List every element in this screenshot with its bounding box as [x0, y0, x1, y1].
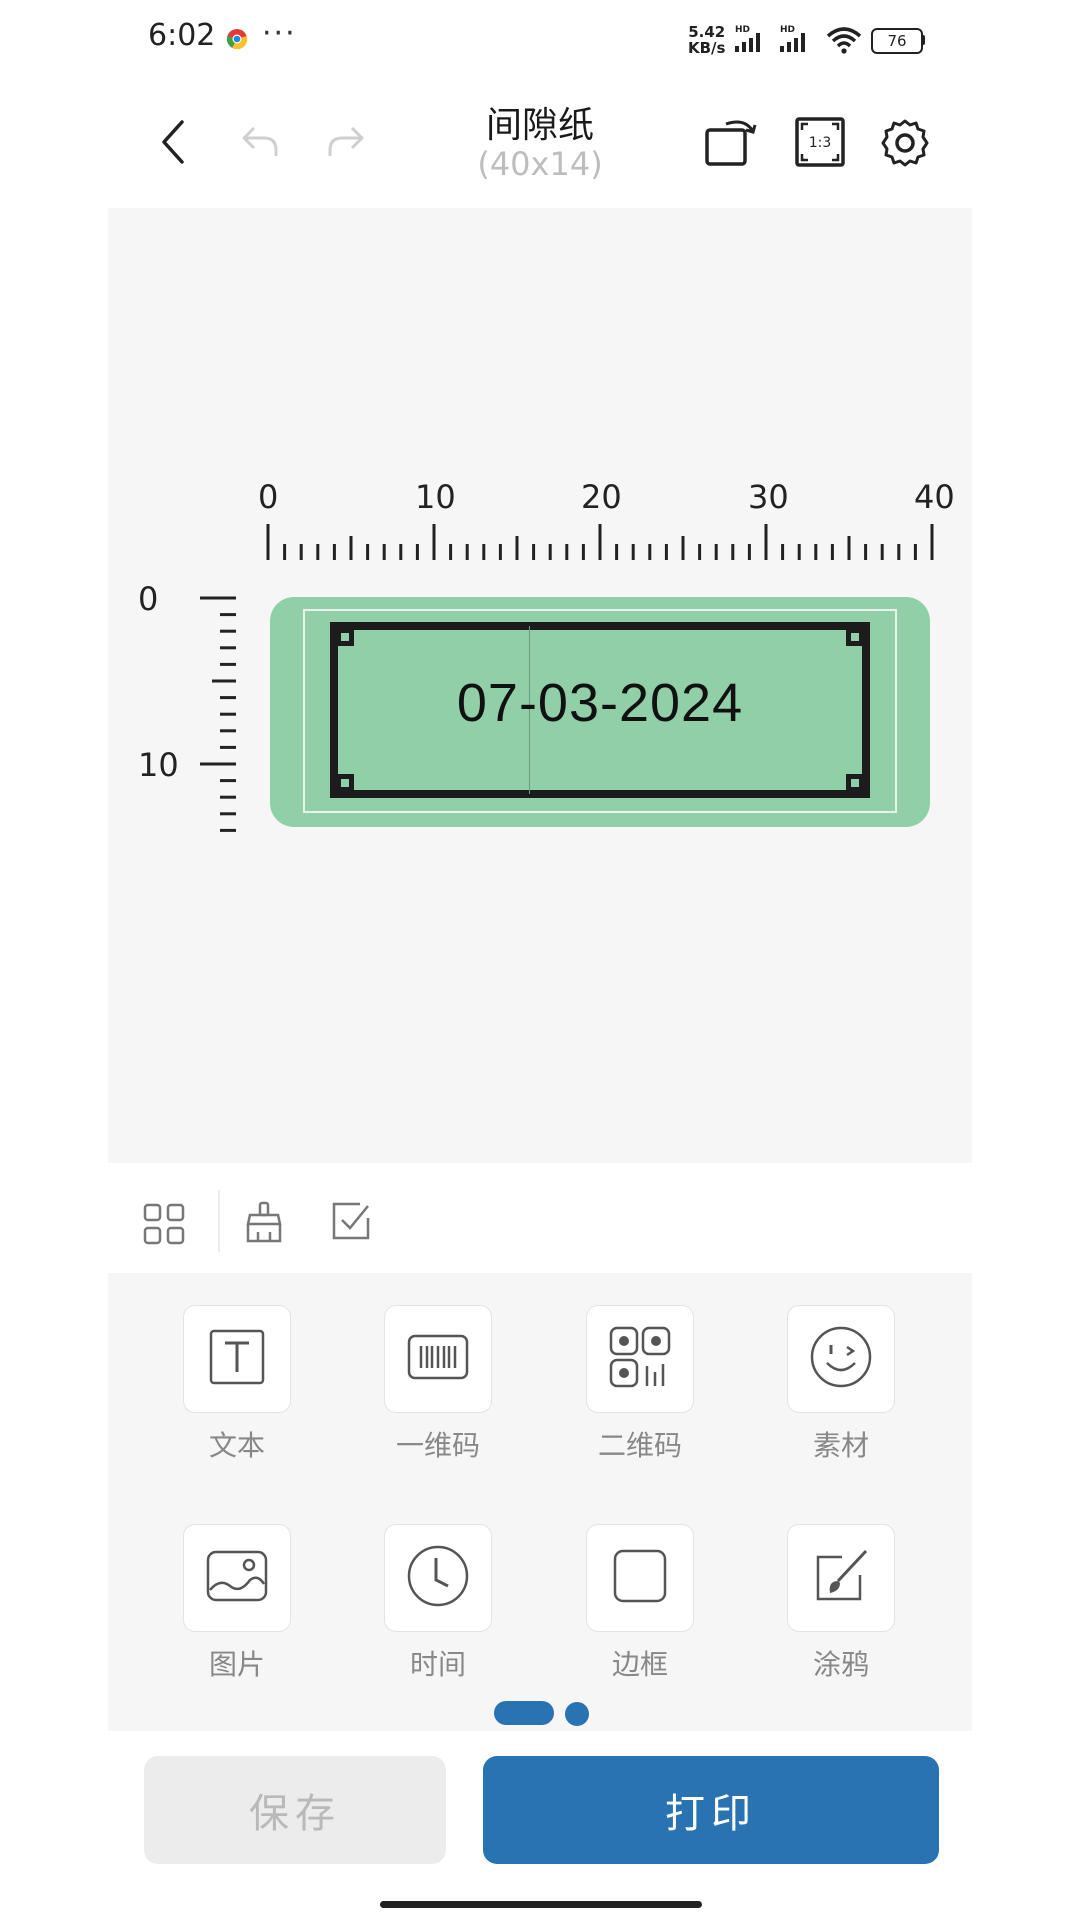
net-speed-value: 5.42	[688, 23, 726, 41]
home-indicator[interactable]	[380, 1901, 702, 1908]
image-icon	[206, 1550, 268, 1606]
tool-qrcode-button[interactable]	[586, 1305, 694, 1413]
grid-icon[interactable]	[143, 1203, 185, 1249]
tool-qrcode-label: 二维码	[597, 1429, 682, 1462]
tool-image-label: 图片	[208, 1648, 265, 1681]
tool-sticker-label: 素材	[812, 1429, 869, 1462]
tool-time-label: 时间	[409, 1648, 466, 1681]
ruler-top-label: 40	[914, 478, 955, 516]
ruler-left-label: 10	[138, 746, 179, 784]
clock-icon	[406, 1544, 470, 1612]
frame-corner	[336, 774, 354, 792]
save-button[interactable]: 保存	[144, 1756, 446, 1864]
ruler-top-label: 20	[581, 478, 622, 516]
ruler-left	[200, 596, 236, 832]
ruler-left-label: 0	[138, 580, 159, 618]
net-speed-unit: KB/s	[688, 39, 726, 57]
frame-corner	[336, 628, 354, 646]
signal-icon-2: HD	[778, 24, 822, 58]
tool-border-button[interactable]	[586, 1524, 694, 1632]
net-speed: 5.42 KB/s	[688, 24, 725, 56]
doodle-brush-icon	[812, 1547, 870, 1609]
ruler-top-label: 0	[258, 478, 279, 516]
zoom-ratio: 1:3	[809, 135, 832, 151]
sticker-face-icon	[809, 1325, 873, 1393]
tool-time-button[interactable]	[384, 1524, 492, 1632]
chrome-icon	[226, 28, 248, 54]
status-more-dots: ···	[262, 16, 297, 51]
multi-select-icon[interactable]	[330, 1200, 372, 1246]
tool-barcode-label: 一维码	[395, 1429, 480, 1462]
tool-doodle-label: 涂鸦	[812, 1648, 869, 1681]
signal-icon: HD	[733, 24, 777, 58]
ruler-top	[266, 524, 934, 560]
wifi-icon	[826, 26, 862, 58]
frame-corner	[846, 774, 864, 792]
svg-text:HD: HD	[735, 25, 750, 35]
qrcode-icon	[609, 1326, 671, 1392]
tool-doodle-button[interactable]	[787, 1524, 895, 1632]
tool-text-label: 文本	[208, 1429, 265, 1462]
tool-border-label: 边框	[611, 1648, 668, 1681]
settings-icon[interactable]	[880, 118, 930, 172]
clear-brush-icon[interactable]	[244, 1200, 284, 1248]
battery-icon: 76	[871, 28, 923, 54]
tool-sticker-button[interactable]	[787, 1305, 895, 1413]
ruler-top-label: 10	[415, 478, 456, 516]
zoom-icon[interactable]: 1:3	[794, 116, 846, 172]
text-icon	[208, 1328, 266, 1390]
barcode-icon	[407, 1334, 469, 1384]
border-icon	[612, 1548, 668, 1608]
ruler-top-label: 30	[748, 478, 789, 516]
page-indicator-dot[interactable]	[565, 1702, 589, 1726]
edit-toolbar	[108, 1163, 972, 1273]
label-date-text[interactable]: 07-03-2024	[330, 672, 870, 734]
tool-barcode-button[interactable]	[384, 1305, 492, 1413]
status-time: 6:02	[148, 18, 216, 53]
toolbar-divider	[218, 1190, 220, 1252]
svg-text:HD: HD	[780, 25, 795, 35]
page-indicator-active[interactable]	[494, 1701, 554, 1725]
rotate-icon[interactable]	[704, 116, 760, 172]
tool-image-button[interactable]	[183, 1524, 291, 1632]
battery-tip	[921, 35, 925, 45]
tool-text-button[interactable]	[183, 1305, 291, 1413]
frame-corner	[846, 628, 864, 646]
print-button[interactable]: 打印	[483, 1756, 939, 1864]
